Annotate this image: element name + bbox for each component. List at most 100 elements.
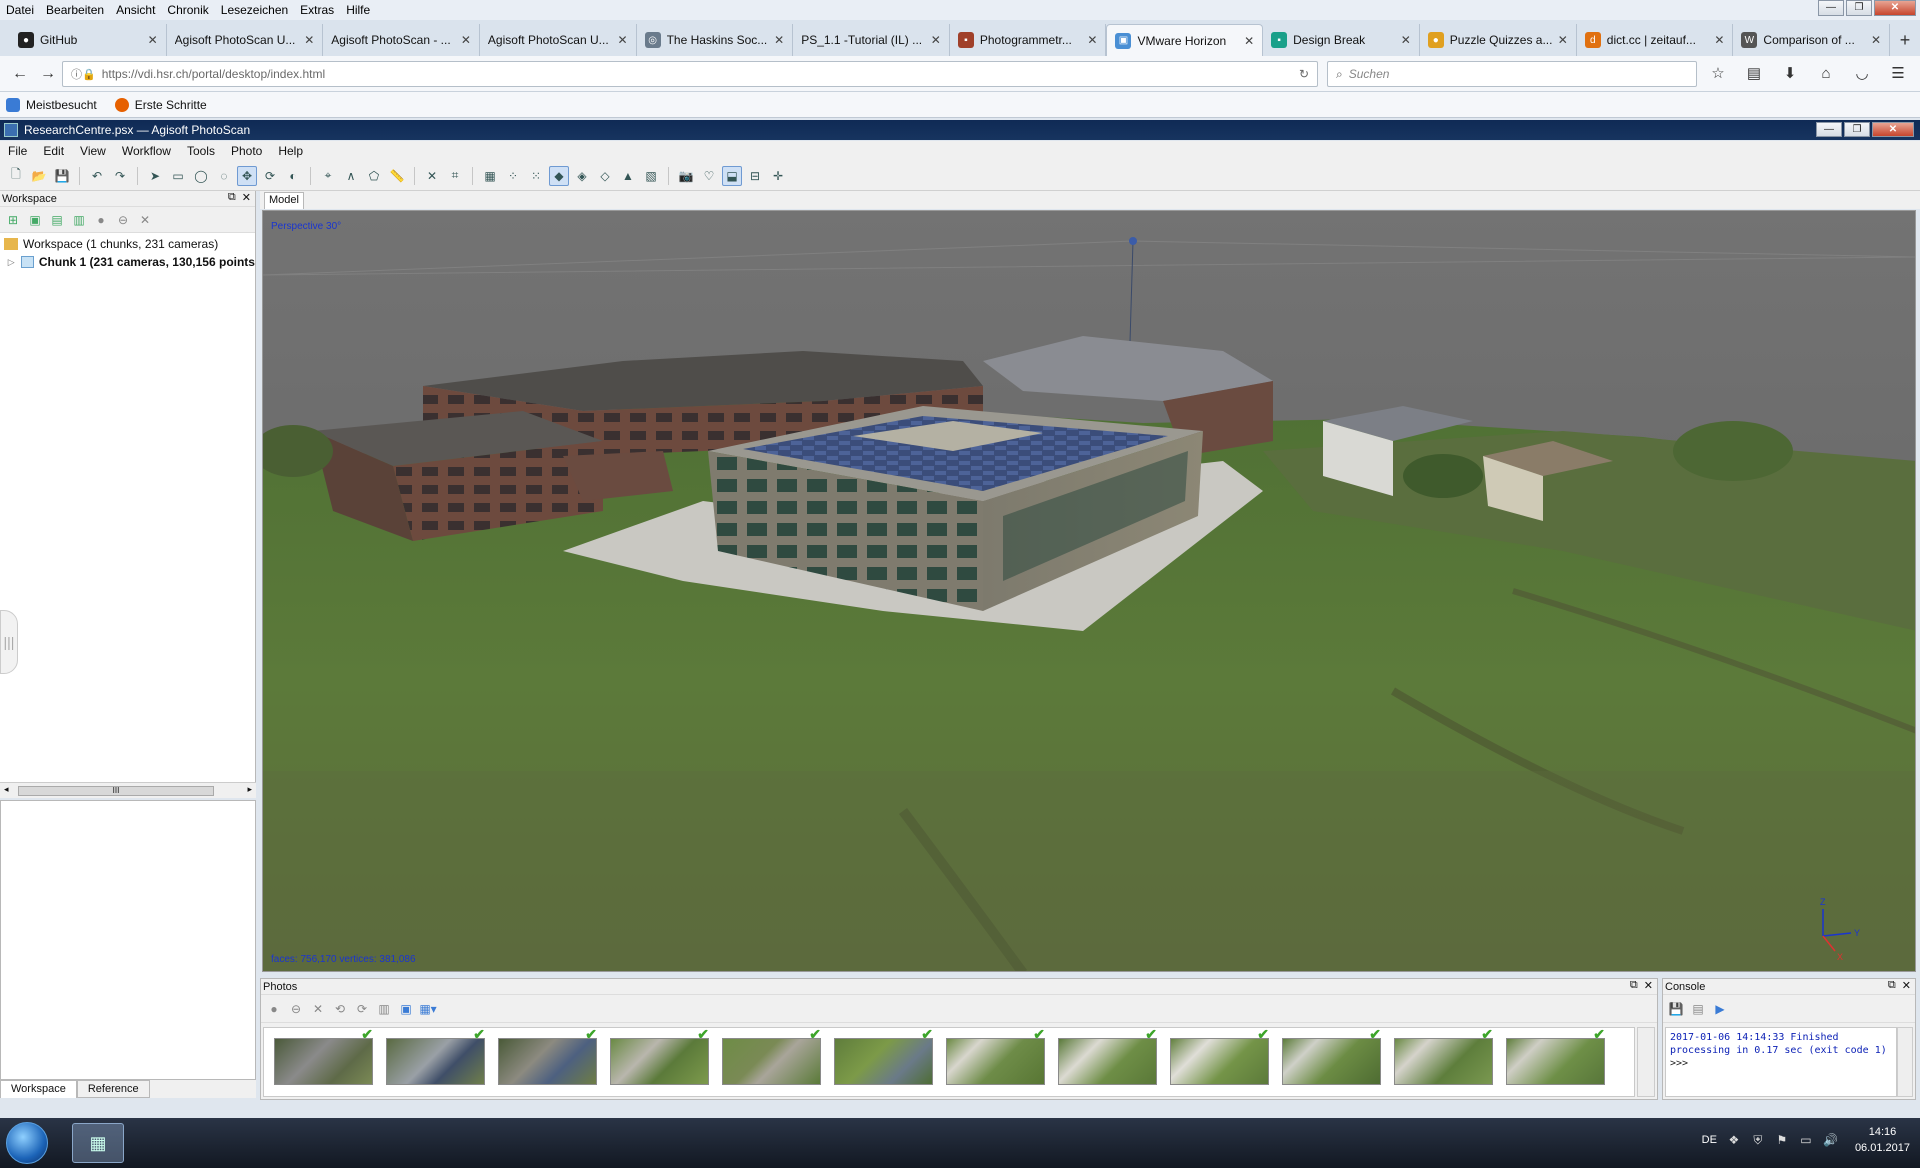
bookmark-star-icon[interactable]: ☆ bbox=[1704, 60, 1732, 88]
tab-reference[interactable]: Reference bbox=[76, 1080, 150, 1098]
close-tab-icon[interactable]: ✕ bbox=[774, 33, 784, 47]
expand-icon[interactable]: ▷ bbox=[6, 257, 16, 268]
start-button[interactable] bbox=[6, 1122, 48, 1164]
close-tab-icon[interactable]: ✕ bbox=[931, 33, 941, 47]
menu-extras[interactable]: Extras bbox=[294, 3, 340, 17]
panel-close-icon[interactable]: ✕ bbox=[1902, 979, 1911, 992]
ruler-angle-icon[interactable]: ∧ bbox=[341, 166, 361, 186]
menu-datei[interactable]: Datei bbox=[0, 3, 40, 17]
marker-icon[interactable]: ⌖ bbox=[318, 166, 338, 186]
clock[interactable]: 14:16 06.01.2017 bbox=[1855, 1124, 1910, 1156]
run-script-icon[interactable]: ▶ bbox=[1711, 1000, 1729, 1018]
menu-help[interactable]: Help bbox=[270, 144, 311, 158]
close-tab-icon[interactable]: ✕ bbox=[1871, 33, 1881, 47]
rotate-left-icon[interactable]: ⟲ bbox=[331, 1000, 349, 1018]
tab-design-break[interactable]: ▪ Design Break ✕ bbox=[1263, 24, 1420, 56]
crop-icon[interactable]: ⌗ bbox=[445, 166, 465, 186]
hamburger-menu-icon[interactable]: ☰ bbox=[1884, 60, 1912, 88]
close-tab-icon[interactable]: ✕ bbox=[304, 33, 314, 47]
menu-lesezeichen[interactable]: Lesezeichen bbox=[215, 3, 294, 17]
photo-thumbnail[interactable]: ✔ bbox=[1282, 1028, 1381, 1085]
add-chunk-icon[interactable]: ⊞ bbox=[4, 211, 22, 229]
save-icon[interactable]: 💾 bbox=[52, 166, 72, 186]
console-vscrollbar[interactable] bbox=[1897, 1027, 1913, 1097]
photo-thumbnail[interactable]: ✔ bbox=[1506, 1028, 1605, 1085]
photo-thumbnail[interactable]: ✔ bbox=[386, 1028, 485, 1085]
textured-model-icon[interactable]: ◆ bbox=[549, 165, 569, 186]
cameras-icon[interactable]: 📷 bbox=[676, 166, 696, 186]
close-tab-icon[interactable]: ✕ bbox=[461, 33, 471, 47]
tab-haskins[interactable]: ◎ The Haskins Soc... ✕ bbox=[637, 24, 794, 56]
undock-icon[interactable]: ⧉ bbox=[1630, 979, 1638, 992]
console-output[interactable]: 2017-01-06 14:14:33 Finished processing … bbox=[1665, 1027, 1897, 1097]
menu-chronik[interactable]: Chronik bbox=[161, 3, 214, 17]
volume-icon[interactable]: 🔊 bbox=[1823, 1133, 1838, 1147]
tab-comparison[interactable]: W Comparison of ... ✕ bbox=[1733, 24, 1891, 56]
app-minimize-button[interactable]: — bbox=[1816, 122, 1842, 137]
photos-vscrollbar[interactable] bbox=[1637, 1027, 1655, 1097]
pointer-icon[interactable]: ➤ bbox=[145, 166, 165, 186]
photo-thumbnail[interactable]: ✔ bbox=[1058, 1028, 1157, 1085]
tab-dict-cc[interactable]: d dict.cc | zeitauf... ✕ bbox=[1577, 24, 1734, 56]
rotate-right-icon[interactable]: ⟳ bbox=[353, 1000, 371, 1018]
tab-vmware-horizon[interactable]: ▣ VMware Horizon ✕ bbox=[1106, 24, 1264, 56]
clear-log-icon[interactable]: ▤ bbox=[1689, 1000, 1707, 1018]
close-tab-icon[interactable]: ✕ bbox=[1714, 33, 1724, 47]
back-icon[interactable]: ← bbox=[6, 60, 34, 88]
photo-thumbnail[interactable]: ✔ bbox=[722, 1028, 821, 1085]
dense-cloud-icon[interactable]: ⁙ bbox=[526, 166, 546, 186]
scroll-thumb[interactable]: III bbox=[18, 786, 214, 796]
add-markers-icon[interactable]: ▥ bbox=[70, 211, 88, 229]
wireframe-icon[interactable]: ◇ bbox=[595, 166, 615, 186]
undock-icon[interactable]: ⧉ bbox=[228, 191, 236, 204]
disable-camera-icon[interactable]: ⊖ bbox=[287, 1000, 305, 1018]
close-tab-icon[interactable]: ✕ bbox=[618, 33, 628, 47]
shaded-model-icon[interactable]: ◈ bbox=[572, 166, 592, 186]
maximize-button[interactable]: ❐ bbox=[1846, 0, 1872, 16]
enable-icon[interactable]: ● bbox=[92, 211, 110, 229]
menu-tools[interactable]: Tools bbox=[179, 144, 223, 158]
save-log-icon[interactable]: 💾 bbox=[1667, 1000, 1685, 1018]
photo-thumbnail[interactable]: ✔ bbox=[946, 1028, 1045, 1085]
tab-agisoft-3[interactable]: Agisoft PhotoScan U... ✕ bbox=[480, 24, 637, 56]
ruler-icon[interactable]: 📏 bbox=[387, 166, 407, 186]
menu-edit[interactable]: Edit bbox=[35, 144, 72, 158]
undo-icon[interactable]: ↶ bbox=[87, 166, 107, 186]
language-indicator[interactable]: DE bbox=[1702, 1134, 1717, 1146]
pocket-icon[interactable]: ◡ bbox=[1848, 60, 1876, 88]
tab-photogrammetry[interactable]: ▪ Photogrammetr... ✕ bbox=[950, 24, 1107, 56]
close-tab-icon[interactable]: ✕ bbox=[1244, 34, 1254, 48]
show-masks-icon[interactable]: ▣ bbox=[397, 1000, 415, 1018]
bookmark-erste-schritte[interactable]: Erste Schritte bbox=[114, 97, 207, 112]
polygon-icon[interactable]: ⬠ bbox=[364, 166, 384, 186]
close-button[interactable]: ✕ bbox=[1874, 0, 1916, 16]
search-input[interactable]: ⌕ Suchen bbox=[1327, 61, 1697, 87]
photo-thumbnail[interactable]: ✔ bbox=[1170, 1028, 1269, 1085]
scroll-left-icon[interactable]: ◂ bbox=[4, 784, 9, 795]
antivirus-icon[interactable]: ⛨ bbox=[1751, 1133, 1765, 1147]
region-icon[interactable]: ⬓ bbox=[722, 165, 742, 186]
delete-icon[interactable]: ✕ bbox=[422, 166, 442, 186]
reset-view-icon[interactable]: ⊟ bbox=[745, 166, 765, 186]
move-object-icon[interactable]: ◐ bbox=[283, 166, 303, 186]
minimize-button[interactable]: — bbox=[1818, 0, 1844, 16]
downloads-icon[interactable]: ⬇ bbox=[1776, 60, 1804, 88]
free-select-icon[interactable]: ◌ bbox=[214, 166, 234, 186]
workspace-hscrollbar[interactable]: ◂ III ▸ bbox=[0, 782, 256, 798]
address-bar[interactable]: ⓘ🔒 https://vdi.hsr.ch/portal/desktop/ind… bbox=[62, 61, 1318, 87]
tab-agisoft-2[interactable]: Agisoft PhotoScan - ... ✕ bbox=[323, 24, 480, 56]
panel-close-icon[interactable]: ✕ bbox=[1644, 979, 1653, 992]
home-icon[interactable]: ⌂ bbox=[1812, 60, 1840, 88]
flag-icon[interactable]: ⚑ bbox=[1775, 1133, 1789, 1147]
menu-photo[interactable]: Photo bbox=[223, 144, 270, 158]
grid-icon[interactable]: ▦ bbox=[480, 166, 500, 186]
rotate-icon[interactable]: ⟳ bbox=[260, 166, 280, 186]
photo-thumbnail[interactable]: ✔ bbox=[498, 1028, 597, 1085]
redo-icon[interactable]: ↷ bbox=[110, 166, 130, 186]
menu-file[interactable]: File bbox=[0, 144, 35, 158]
remove-camera-icon[interactable]: ✕ bbox=[309, 1000, 327, 1018]
tab-model[interactable]: Model bbox=[264, 192, 304, 209]
menu-view[interactable]: View bbox=[72, 144, 114, 158]
menu-workflow[interactable]: Workflow bbox=[114, 144, 179, 158]
open-icon[interactable]: 📂 bbox=[29, 166, 49, 186]
